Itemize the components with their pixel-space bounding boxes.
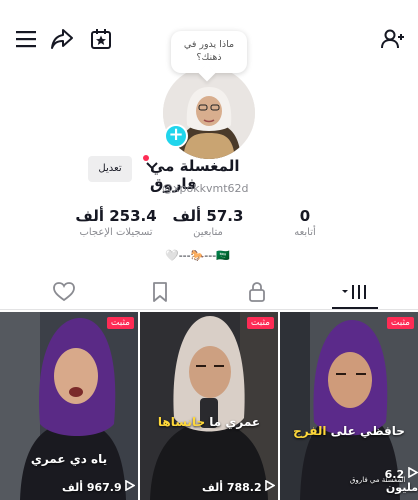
video-thumbnail[interactable]: مثبت عمري ما جانساها 788.2 ألف — [140, 312, 278, 500]
video-caption-white: ياه دي عمري — [30, 452, 108, 466]
lock-icon — [248, 282, 266, 306]
share-icon[interactable] — [49, 26, 75, 52]
stat-following[interactable]: 0 أتابعه — [270, 207, 340, 238]
add-story-plus-icon[interactable]: + — [164, 124, 188, 148]
stat-followers-value: 57.3 ألف — [172, 207, 244, 225]
heart-icon — [53, 282, 75, 306]
tab-saved[interactable] — [148, 282, 172, 306]
pinned-badge: مثبت — [106, 317, 134, 329]
video-caption-yellow: جانساها — [157, 415, 206, 429]
calendar-star-icon[interactable] — [88, 26, 114, 52]
view-count-value: 788.2 ألف — [202, 481, 262, 494]
stat-likes-value: 253.4 ألف — [75, 207, 157, 225]
stat-followers-label: متابعين — [193, 227, 223, 238]
view-count: 788.2 ألف — [202, 479, 277, 494]
video-caption-yellow: الفرج — [293, 424, 327, 438]
tab-private[interactable] — [245, 282, 269, 306]
status-bubble[interactable]: ماذا يدور في ذهنك؟ — [171, 31, 247, 73]
play-icon — [122, 479, 137, 494]
pinned-badge: مثبت — [246, 317, 274, 329]
avatar[interactable]: + — [163, 67, 255, 159]
profile-handle: @xpokkvmt62d — [162, 182, 249, 195]
video-caption: حافظي على الفرج — [280, 424, 418, 438]
video-caption-white: عمري ما — [209, 415, 261, 429]
notification-dot — [143, 155, 149, 161]
videos-grid-icon — [341, 284, 369, 304]
stat-followers[interactable]: 57.3 ألف متابعين — [168, 207, 248, 238]
tab-videos[interactable] — [340, 283, 370, 305]
stat-following-label: أتابعه — [294, 227, 316, 238]
chevron-down-icon[interactable] — [146, 160, 158, 175]
video-grid: مثبت حافظي على الفرج المغسلة مي فاروق 6.… — [0, 312, 418, 500]
video-caption: عمري ما جانساها — [140, 415, 278, 429]
tab-liked[interactable] — [52, 282, 76, 306]
stat-likes[interactable]: 253.4 ألف تسجيلات الإعجاب — [68, 207, 164, 238]
view-count: 967.9 ألف — [62, 479, 137, 494]
bookmark-icon — [152, 282, 168, 306]
pinned-badge: مثبت — [386, 317, 414, 329]
stat-likes-label: تسجيلات الإعجاب — [79, 227, 153, 238]
video-caption-white: حافظي على — [330, 424, 405, 438]
view-count: 6.2 مليون — [350, 466, 418, 494]
active-tab-indicator — [332, 307, 378, 309]
video-caption: ياه دي عمري — [0, 452, 138, 466]
stat-following-value: 0 — [299, 207, 311, 225]
video-thumbnail[interactable]: مثبت ياه دي عمري 967.9 ألف — [0, 312, 138, 500]
add-friend-icon[interactable] — [380, 26, 406, 52]
play-icon — [262, 479, 277, 494]
view-count-value: 967.9 ألف — [62, 481, 122, 494]
status-bubble-text: ماذا يدور في ذهنك؟ — [183, 39, 235, 63]
profile-tabs — [0, 277, 418, 310]
video-thumbnail[interactable]: مثبت حافظي على الفرج المغسلة مي فاروق 6.… — [280, 312, 418, 500]
play-icon — [404, 466, 418, 481]
profile-bio: 🤍---🐎---🇸🇦 — [165, 249, 230, 262]
menu-icon[interactable] — [13, 26, 39, 52]
edit-profile-button[interactable]: تعديل — [88, 156, 132, 182]
